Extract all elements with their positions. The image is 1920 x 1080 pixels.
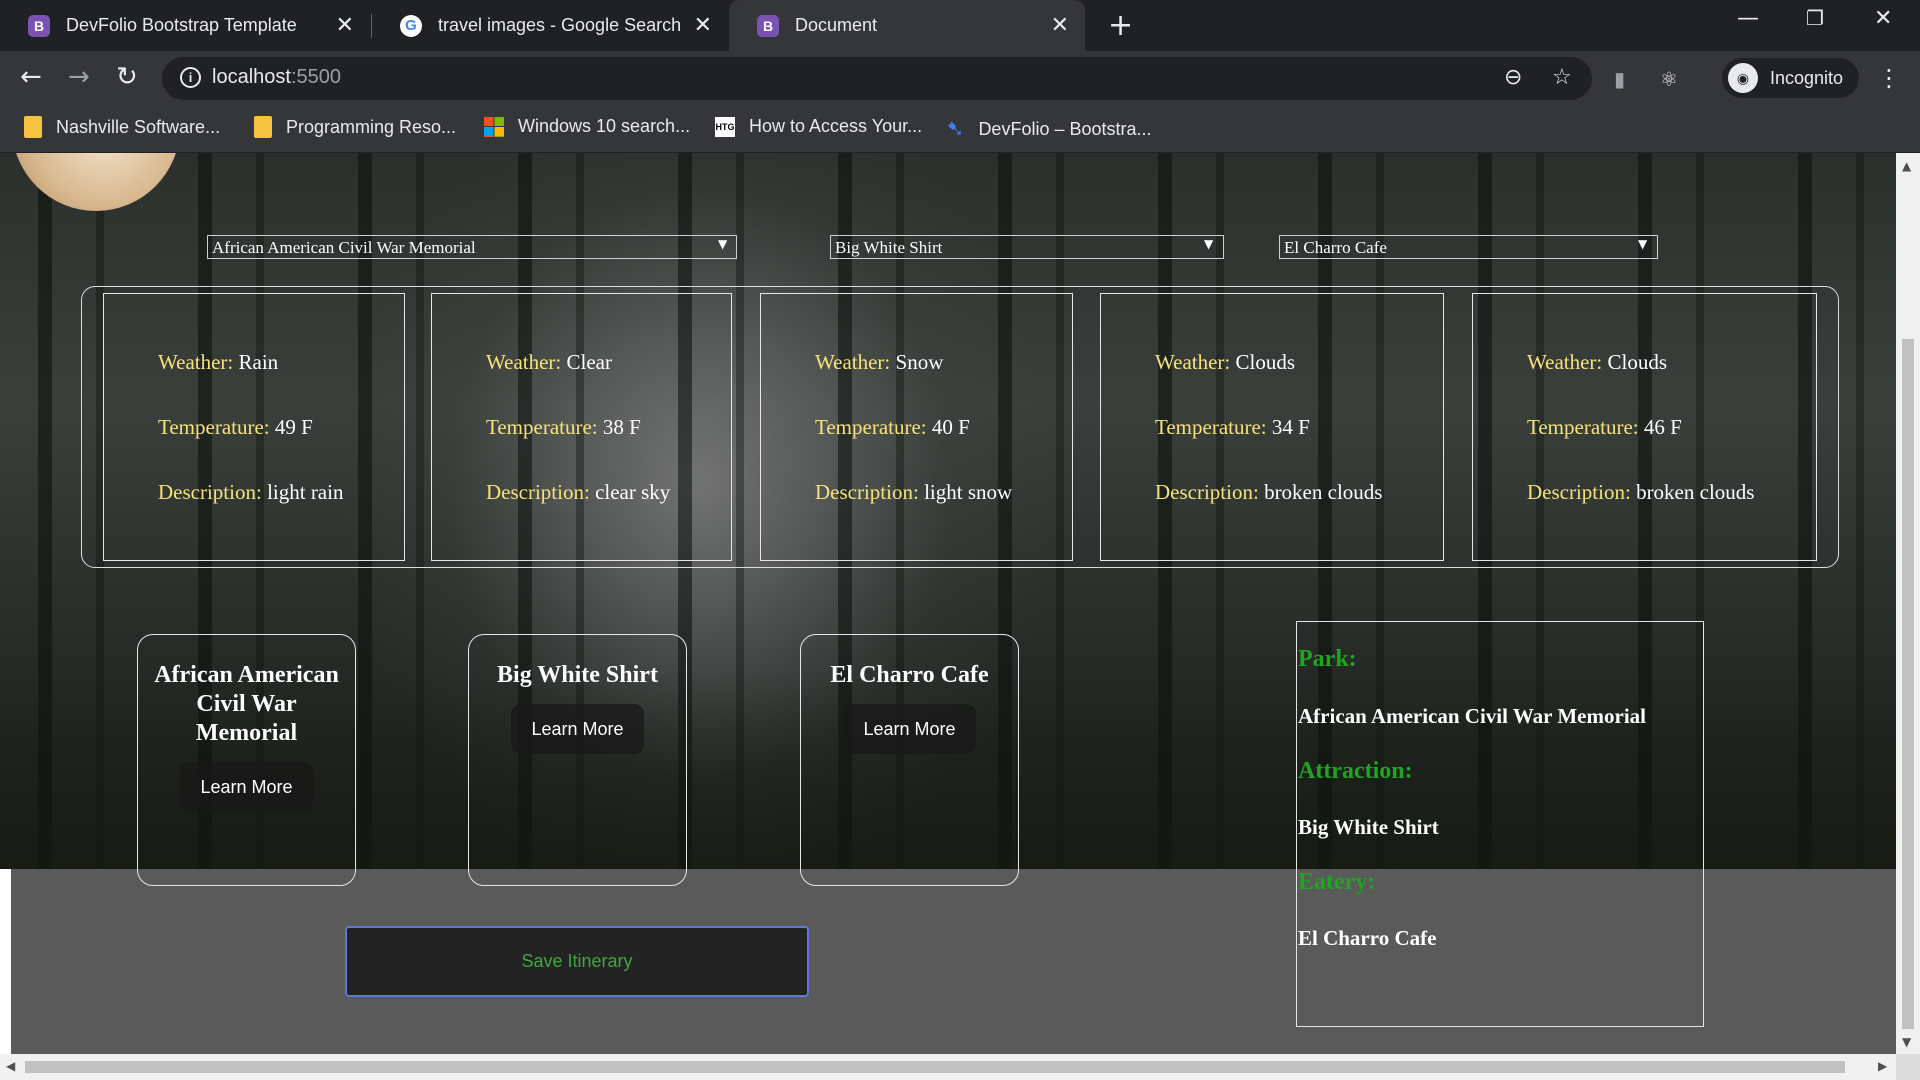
address-bar[interactable]: i localhost:5500 ⊖ ☆ [162,57,1592,100]
bookmark-htg[interactable]: HTG How to Access Your... [715,116,922,137]
profile-label: Incognito [1770,67,1844,88]
park-select[interactable]: African American Civil War Memorial [207,235,737,259]
scroll-down-icon[interactable]: ▼ [1902,1035,1911,1049]
folder-icon [254,116,272,138]
bookmark-programming[interactable]: Programming Reso... [254,116,456,138]
tab-google-search[interactable]: G travel images - Google Search ✕ [372,0,728,51]
park-label: Park: [1298,646,1357,672]
folder-icon [24,116,42,138]
restore-icon[interactable]: ❐ [1806,6,1824,30]
weather-card: Weather: Clouds Temperature: 34 F Descri… [1100,293,1444,561]
park-card: African American Civil War Memorial Lear… [137,634,356,886]
react-devtools-icon[interactable]: ⚛ [1660,67,1678,91]
page-edge [0,869,11,1054]
scroll-left-icon[interactable]: ◀ [6,1059,15,1073]
learn-more-button[interactable]: Learn More [180,762,313,812]
scroll-right-icon[interactable]: ▶ [1878,1059,1887,1073]
weather-card: Weather: Clear Temperature: 38 F Descrip… [431,293,732,561]
site-info-icon[interactable]: i [180,67,201,88]
browser-toolbar: ← → ↻ i localhost:5500 ⊖ ☆ ▮ ⚛ ◉ Incogni… [0,51,1920,105]
more-menu-icon[interactable]: ⋮ [1877,64,1901,92]
itinerary-panel: Park: African American Civil War Memoria… [1296,621,1704,1027]
window-close-icon[interactable]: ✕ [1874,6,1892,31]
weather-card: Weather: Snow Temperature: 40 F Descript… [760,293,1073,561]
scroll-thumb[interactable] [1902,339,1914,1029]
learn-more-button[interactable]: Learn More [511,704,644,754]
bookmark-label: How to Access Your... [749,116,923,136]
tab-title: travel images - Google Search [438,15,682,35]
scroll-thumb[interactable] [25,1061,1845,1073]
tab-title: DevFolio Bootstrap Template [66,15,297,35]
tab-strip: B DevFolio Bootstrap Template ✕ G travel… [0,0,1920,51]
back-icon[interactable]: ← [20,62,42,92]
devfolio-icon: ➷ [946,116,965,141]
tab-document[interactable]: B Document ✕ [729,0,1085,51]
learn-more-button[interactable]: Learn More [843,704,976,754]
bootstrap-icon: B [28,14,50,37]
new-tab-icon[interactable]: + [1108,8,1133,43]
attraction-value: Big White Shirt [1298,815,1439,839]
bookmarks-bar: Nashville Software... Programming Reso..… [0,105,1920,153]
eatery-card: El Charro Cafe Learn More [800,634,1019,886]
incognito-profile-button[interactable]: ◉ Incognito [1722,58,1860,98]
close-icon[interactable]: ✕ [336,13,354,38]
incognito-icon: ◉ [1728,63,1758,93]
extension-icon[interactable]: ▮ [1614,67,1625,91]
tab-title: Document [795,15,878,35]
bookmark-label: Nashville Software... [56,116,221,137]
bookmark-label: Programming Reso... [286,116,457,137]
bookmark-devfolio[interactable]: ➷ DevFolio – Bootstra... [946,116,1152,142]
weather-card: Weather: Rain Temperature: 49 F Descript… [103,293,405,561]
card-title: Big White Shirt [497,662,658,688]
zoom-icon[interactable]: ⊖ [1504,65,1522,90]
page-viewport: African American Civil War Memorial ▼ Bi… [0,153,1896,1054]
park-value: African American Civil War Memorial [1298,704,1646,728]
horizontal-scrollbar[interactable]: ◀ ▶ [0,1054,1896,1080]
weather-card: Weather: Clouds Temperature: 46 F Descri… [1472,293,1817,561]
attraction-label: Attraction: [1298,758,1413,784]
attraction-select[interactable]: Big White Shirt [830,235,1224,259]
bookmark-windows[interactable]: Windows 10 search... [484,116,690,137]
bookmark-nashville[interactable]: Nashville Software... [24,116,220,138]
scrollbar-corner [1896,1054,1920,1080]
minimize-icon[interactable]: — [1737,6,1759,31]
htg-icon: HTG [715,116,735,137]
bookmark-label: DevFolio – Bootstra... [978,118,1152,139]
forward-icon[interactable]: → [68,62,90,92]
save-itinerary-button[interactable]: Save Itinerary [345,926,809,997]
tab-devfolio[interactable]: B DevFolio Bootstrap Template ✕ [0,0,370,51]
vertical-scrollbar[interactable]: ▲ ▼ [1896,153,1920,1054]
scroll-up-icon[interactable]: ▲ [1902,159,1911,173]
attraction-card: Big White Shirt Learn More [468,634,687,886]
windows-icon [484,116,504,137]
card-title: African American Civil War Memorial [154,662,339,746]
card-title: El Charro Cafe [830,662,989,688]
url-text[interactable]: localhost:5500 [212,66,341,89]
bookmark-star-icon[interactable]: ☆ [1552,65,1572,90]
eatery-select[interactable]: El Charro Cafe [1279,235,1658,259]
bootstrap-icon: B [757,14,779,37]
close-icon[interactable]: ✕ [694,13,712,38]
google-icon: G [400,14,422,37]
close-icon[interactable]: ✕ [1051,13,1069,38]
eatery-label: Eatery: [1298,869,1376,895]
eatery-value: El Charro Cafe [1298,926,1437,950]
bookmark-label: Windows 10 search... [518,116,691,136]
reload-icon[interactable]: ↻ [116,62,138,92]
